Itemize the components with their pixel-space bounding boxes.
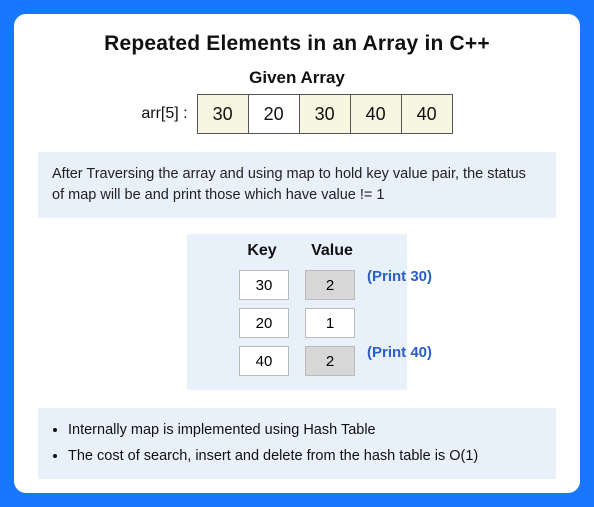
kv-header-value: Value (307, 242, 357, 260)
kv-header: Key Value (237, 242, 357, 260)
kv-header-key: Key (237, 242, 287, 260)
array-cell: 30 (299, 94, 351, 134)
explanation-box: After Traversing the array and using map… (38, 152, 556, 218)
bullet-item: Internally map is implemented using Hash… (68, 420, 540, 440)
kv-value-cell: 1 (305, 308, 355, 338)
diagram-card: Repeated Elements in an Array in C++ Giv… (14, 14, 580, 493)
bullet-item: The cost of search, insert and delete fr… (68, 446, 540, 466)
print-annotation: (Print 30) (367, 268, 432, 285)
bullet-box: Internally map is implemented using Hash… (38, 408, 556, 479)
kv-row: 40 2 (239, 346, 355, 376)
array-cell: 40 (401, 94, 453, 134)
kv-value-cell: 2 (305, 346, 355, 376)
kv-key-cell: 30 (239, 270, 289, 300)
array-row: arr[5] : 30 20 30 40 40 (38, 94, 556, 134)
array-cell: 30 (197, 94, 249, 134)
kv-row: 30 2 (239, 270, 355, 300)
array-cells: 30 20 30 40 40 (198, 94, 453, 134)
array-label: arr[5] : (141, 105, 187, 123)
kv-wrapper: Key Value 30 2 20 1 40 2 (Print 30) (Pri… (117, 234, 477, 390)
print-annotation: (Print 40) (367, 344, 432, 361)
kv-row: 20 1 (239, 308, 355, 338)
kv-key-cell: 40 (239, 346, 289, 376)
array-cell: 20 (248, 94, 300, 134)
array-cell: 40 (350, 94, 402, 134)
kv-table: Key Value 30 2 20 1 40 2 (187, 234, 407, 390)
kv-value-cell: 2 (305, 270, 355, 300)
page-title: Repeated Elements in an Array in C++ (38, 32, 556, 56)
kv-key-cell: 20 (239, 308, 289, 338)
array-subtitle: Given Array (38, 68, 556, 88)
